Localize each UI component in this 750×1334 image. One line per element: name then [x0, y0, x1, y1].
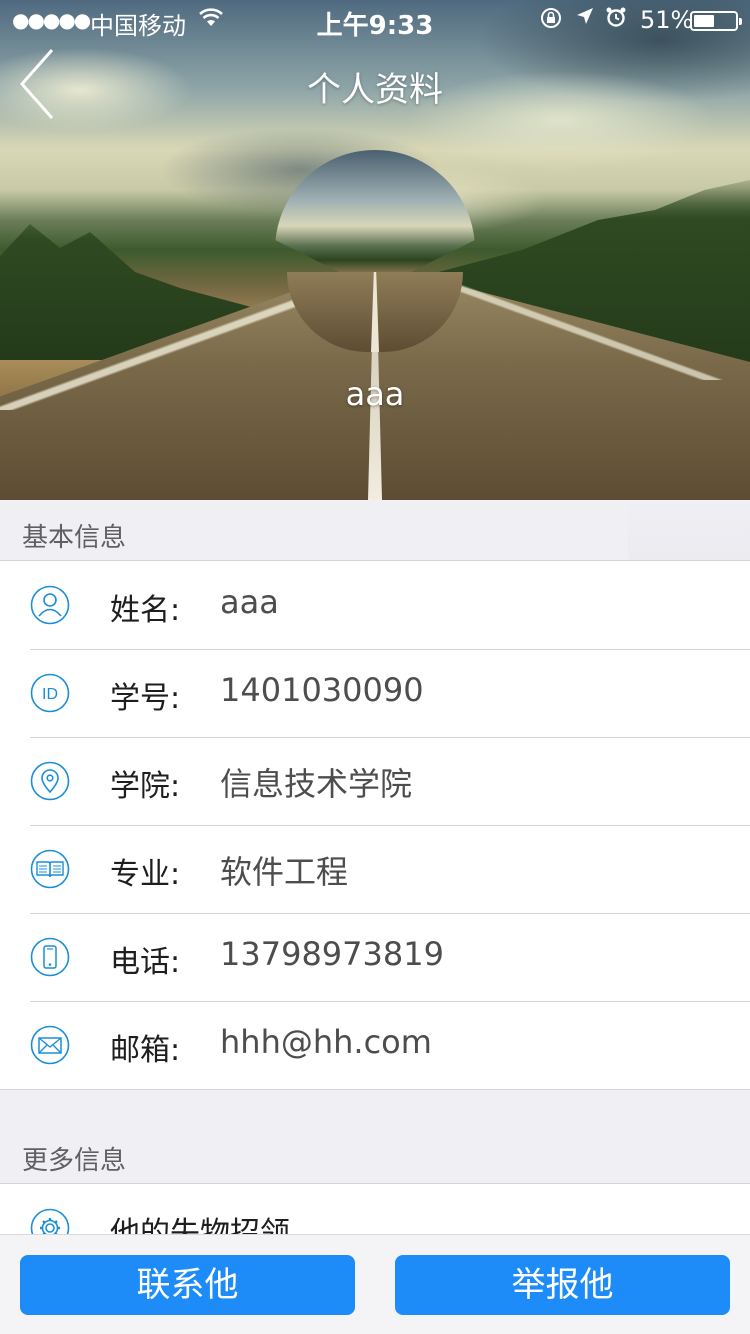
rotation-lock-icon	[540, 7, 562, 34]
section-header-more: 更多信息	[0, 1123, 750, 1183]
alarm-icon	[605, 6, 627, 34]
user-icon	[30, 585, 70, 625]
battery-fill	[694, 15, 715, 27]
info-label-email: 邮箱:	[110, 1033, 181, 1068]
info-row-phone: 电话: 13798973819	[0, 913, 750, 1001]
basic-info-list: 姓名: aaa ID 学号: 1401030090 学院: 信息技术学院 专业:…	[0, 560, 750, 1090]
bottom-action-bar: 联系他 举报他	[0, 1234, 750, 1334]
info-row-major: 专业: 软件工程	[0, 825, 750, 913]
phone-icon	[30, 937, 70, 977]
battery-percent: 51%	[640, 6, 694, 34]
info-value-email: hhh@hh.com	[220, 1023, 432, 1061]
report-button[interactable]: 举报他	[395, 1255, 730, 1315]
svg-text:ID: ID	[42, 686, 58, 703]
info-row-email: 邮箱: hhh@hh.com	[0, 1001, 750, 1089]
info-label-phone: 电话:	[110, 945, 181, 980]
info-value-student-id: 1401030090	[220, 671, 424, 709]
profile-username: aaa	[345, 375, 405, 413]
section-title-more: 更多信息	[22, 1146, 127, 1176]
info-label-college: 学院:	[110, 769, 181, 804]
info-label-name: 姓名:	[110, 593, 181, 628]
book-icon	[30, 849, 70, 889]
info-row-student-id: ID 学号: 1401030090	[0, 649, 750, 737]
section-title-basic: 基本信息	[22, 523, 127, 553]
info-label-student-id: 学号:	[110, 681, 181, 716]
info-value-college: 信息技术学院	[220, 765, 413, 803]
info-row-college: 学院: 信息技术学院	[0, 737, 750, 825]
info-value-major: 软件工程	[220, 853, 349, 891]
location-pin-icon	[30, 761, 70, 801]
mail-icon	[30, 1025, 70, 1065]
info-label-major: 专业:	[110, 857, 181, 892]
location-arrow-icon	[575, 6, 595, 32]
status-time: 上午9:33	[316, 11, 434, 41]
info-row-name: 姓名: aaa	[0, 561, 750, 649]
avatar-road-marking	[371, 272, 379, 352]
page-title: 个人资料	[307, 70, 443, 110]
battery-icon	[690, 11, 742, 31]
section-header-basic: 基本信息	[0, 500, 750, 560]
info-value-name: aaa	[220, 583, 279, 621]
status-bar: ●●●●● 中国移动 上午9:33 51%	[0, 0, 750, 41]
id-icon: ID	[30, 673, 70, 713]
contact-button[interactable]: 联系他	[20, 1255, 355, 1315]
info-value-phone: 13798973819	[220, 935, 444, 973]
